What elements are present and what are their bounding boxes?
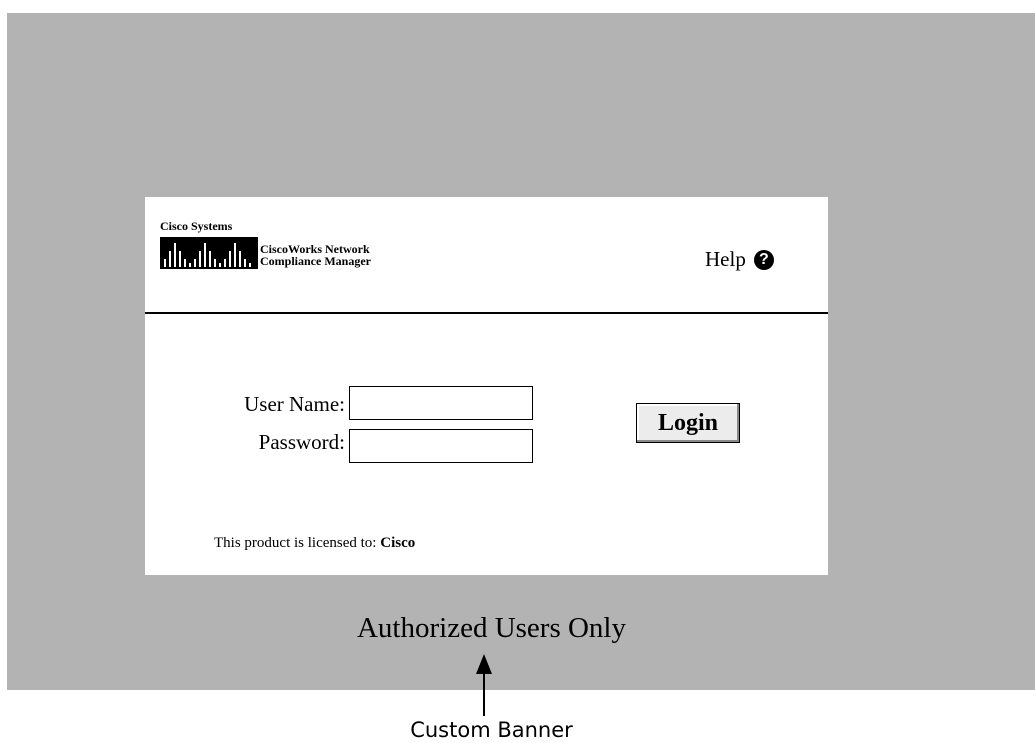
- help-label: Help: [705, 247, 746, 271]
- cisco-logo: [160, 237, 258, 269]
- license-prefix: This product is licensed to:: [214, 535, 377, 551]
- custom-banner-text: Authorized Users Only: [356, 612, 626, 644]
- username-input[interactable]: [349, 386, 533, 420]
- cisco-bars-icon: [164, 243, 251, 267]
- product-name: CiscoWorks Network Compliance Manager: [260, 243, 371, 267]
- login-panel: Cisco Systems CiscoWorks Network Complia…: [145, 197, 828, 575]
- help-link[interactable]: Help ?: [705, 247, 774, 272]
- callout-label: Custom Banner: [410, 718, 573, 742]
- callout-arrow-icon: [476, 654, 492, 716]
- login-button[interactable]: Login: [636, 403, 740, 443]
- licensee-name: Cisco: [380, 535, 416, 551]
- product-name-line2: Compliance Manager: [260, 254, 371, 268]
- password-label: Password:: [258, 430, 345, 454]
- username-label: User Name:: [244, 392, 345, 416]
- help-icon[interactable]: ?: [753, 249, 774, 270]
- password-input[interactable]: [349, 429, 533, 463]
- company-name: Cisco Systems: [160, 219, 233, 233]
- header-divider: [145, 312, 828, 314]
- license-text: This product is licensed to: Cisco: [214, 535, 415, 552]
